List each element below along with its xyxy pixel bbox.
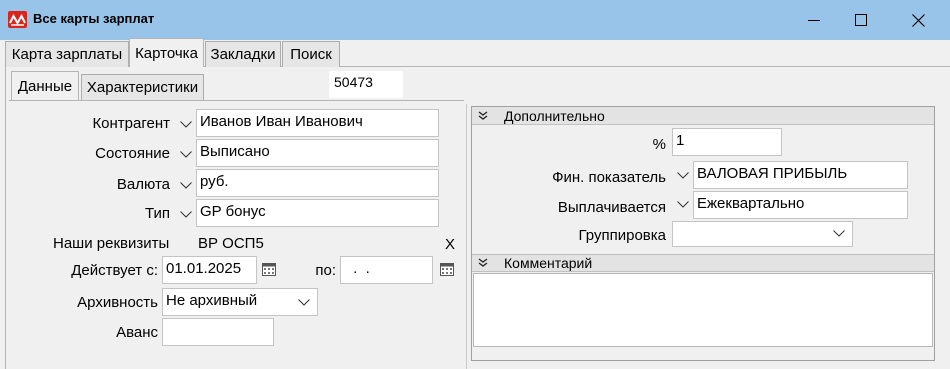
state-label: Состояние: [95, 145, 170, 162]
window-title: Все карты зарплат: [33, 11, 155, 26]
archive-value: Не архивный: [166, 292, 258, 309]
chevron-down-icon: [677, 171, 689, 179]
percent-label: %: [652, 136, 666, 153]
minimize-icon: [808, 20, 820, 21]
calendar-icon[interactable]: [439, 261, 455, 277]
counterparty-label: Контрагент: [92, 115, 170, 132]
minimize-button[interactable]: [791, 0, 837, 40]
state-field[interactable]: Выписано: [196, 139, 439, 167]
additional-header[interactable]: Дополнительно: [472, 107, 934, 125]
advance-field[interactable]: [162, 318, 274, 346]
close-button[interactable]: [895, 0, 941, 40]
valid-from-label: Действует с:: [71, 262, 158, 279]
valid-to-label: по:: [315, 262, 336, 279]
advance-label: Аванс: [116, 324, 158, 341]
chevron-down-icon[interactable]: [830, 224, 848, 242]
chevron-down-icon[interactable]: [295, 293, 313, 311]
payment-label: Выплачивается: [557, 199, 666, 216]
collapse-icon[interactable]: [478, 258, 494, 268]
percent-field[interactable]: 1: [672, 128, 782, 156]
maximize-icon: [855, 14, 867, 26]
fin-indicator-dropdown[interactable]: [673, 164, 693, 186]
grouping-select[interactable]: [672, 221, 853, 247]
app-logo-icon: [8, 11, 27, 28]
chevron-down-icon: [180, 181, 192, 189]
chevron-down-icon: [677, 200, 689, 208]
chevron-down-icon: [180, 120, 192, 128]
type-label: Тип: [144, 205, 170, 222]
tab-search[interactable]: Поиск: [282, 41, 340, 67]
currency-field[interactable]: руб.: [196, 169, 439, 197]
maximize-button[interactable]: [838, 0, 884, 40]
valid-from-field[interactable]: 01.01.2025: [162, 256, 257, 284]
type-dropdown[interactable]: [176, 203, 196, 225]
calendar-icon[interactable]: [261, 261, 277, 277]
payment-dropdown[interactable]: [673, 193, 693, 215]
archive-label: Архивность: [77, 294, 158, 311]
tab-bookmarks[interactable]: Закладки: [205, 41, 281, 67]
currency-dropdown[interactable]: [176, 174, 196, 196]
fin-indicator-field[interactable]: ВАЛОВАЯ ПРИБЫЛЬ: [693, 161, 908, 189]
chevron-down-icon: [180, 150, 192, 158]
tab-salary-card[interactable]: Карта зарплаты: [5, 41, 129, 67]
fin-indicator-label: Фин. показатель: [552, 169, 666, 186]
state-dropdown[interactable]: [176, 143, 196, 165]
subtab-characteristics[interactable]: Характеристики: [81, 74, 204, 100]
counterparty-field[interactable]: Иванов Иван Иванович: [196, 109, 439, 137]
comment-title: Комментарий: [504, 255, 593, 271]
comment-textarea[interactable]: [473, 273, 933, 347]
payment-field[interactable]: Ежеквартально: [693, 191, 908, 219]
collapse-icon[interactable]: [478, 110, 494, 121]
counterparty-dropdown[interactable]: [176, 113, 196, 135]
requisites-label: Наши реквизиты: [53, 235, 170, 252]
subtab-data[interactable]: Данные: [11, 71, 79, 100]
chevron-down-icon: [180, 210, 192, 218]
tab-card[interactable]: Карточка: [129, 38, 204, 67]
grouping-label: Группировка: [578, 227, 666, 244]
card-number: 50473: [329, 71, 403, 98]
currency-label: Валюта: [116, 176, 170, 193]
type-field[interactable]: GP бонус: [196, 199, 439, 227]
comment-header[interactable]: Комментарий: [472, 254, 934, 272]
close-icon: [911, 13, 925, 27]
valid-to-field[interactable]: . .: [340, 256, 433, 284]
requisites-clear-button[interactable]: Х: [445, 236, 455, 253]
additional-title: Дополнительно: [504, 107, 605, 124]
requisites-value: ВР ОСП5: [198, 235, 264, 252]
